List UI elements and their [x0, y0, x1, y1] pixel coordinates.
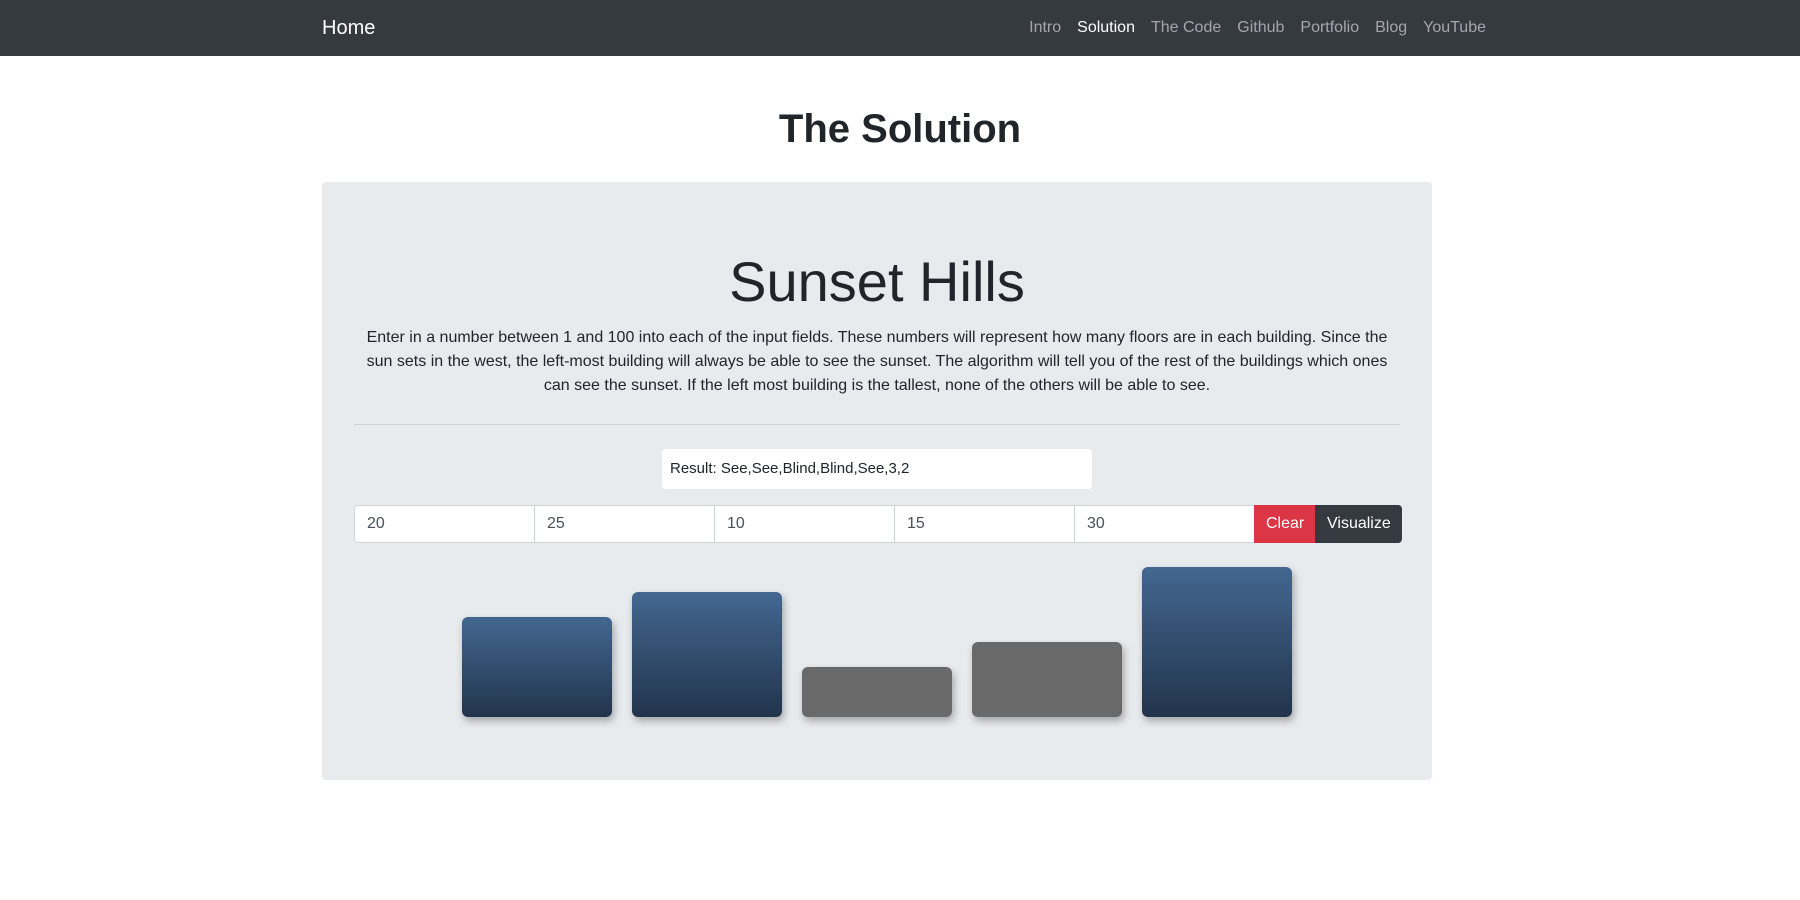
building-input-2[interactable]: [534, 505, 714, 543]
home-link[interactable]: Home: [322, 17, 375, 40]
building-2: [632, 592, 782, 717]
building-input-1[interactable]: [354, 505, 534, 543]
input-row: Clear Visualize: [354, 505, 1402, 543]
building-4: [972, 642, 1122, 717]
nav-links: Intro Solution The Code Github Portfolio…: [1013, 19, 1486, 37]
navbar: Home Intro Solution The Code Github Port…: [0, 0, 1800, 56]
result-display: Result: See,See,Blind,Blind,See,3,2: [662, 449, 1092, 489]
nav-link-intro[interactable]: Intro: [1029, 19, 1061, 37]
nav-link-github[interactable]: Github: [1237, 19, 1284, 37]
nav-link-the-code[interactable]: The Code: [1151, 19, 1221, 37]
building-input-4[interactable]: [894, 505, 1074, 543]
divider: [354, 424, 1400, 425]
visualize-button[interactable]: Visualize: [1315, 505, 1402, 543]
building-input-5[interactable]: [1074, 505, 1254, 543]
clear-button[interactable]: Clear: [1254, 505, 1315, 543]
nav-link-blog[interactable]: Blog: [1375, 19, 1407, 37]
building-1: [462, 617, 612, 717]
building-3: [802, 667, 952, 717]
sunset-hills-panel: Sunset Hills Enter in a number between 1…: [322, 182, 1432, 780]
page-title: The Solution: [778, 107, 1022, 151]
buildings-visualization: [354, 563, 1400, 743]
nav-link-solution[interactable]: Solution: [1077, 19, 1135, 37]
app-title: Sunset Hills: [729, 250, 1025, 313]
building-input-3[interactable]: [714, 505, 894, 543]
nav-link-portfolio[interactable]: Portfolio: [1300, 19, 1359, 37]
app-description: Enter in a number between 1 and 100 into…: [366, 329, 1388, 394]
nav-link-youtube[interactable]: YouTube: [1423, 19, 1486, 37]
building-5: [1142, 567, 1292, 717]
